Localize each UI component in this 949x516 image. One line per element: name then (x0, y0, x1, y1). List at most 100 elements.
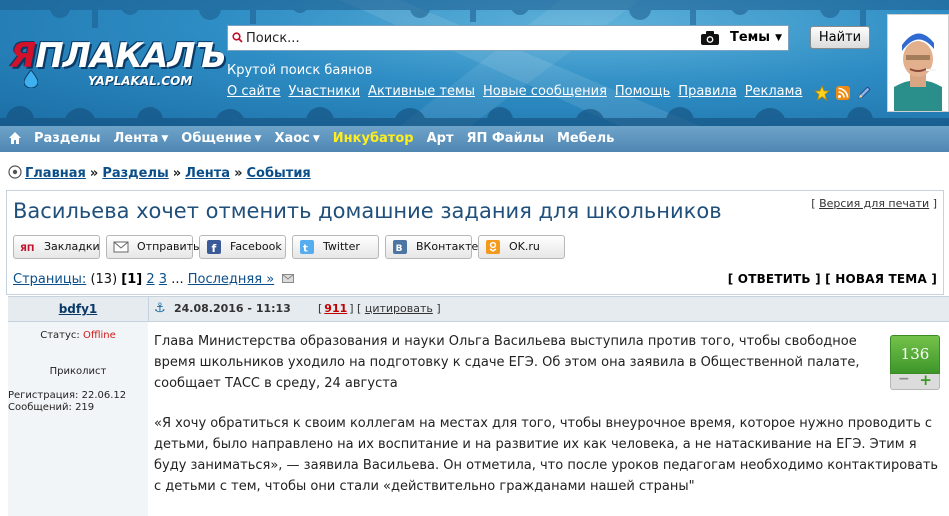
post-rating: 136 − + (890, 335, 940, 390)
quote-link[interactable]: цитировать (365, 302, 433, 315)
search-button[interactable]: Найти (810, 26, 870, 49)
nav-item-7[interactable]: Мебель (557, 131, 614, 146)
post-paragraph: «Я хочу обратиться к своим коллегам на м… (154, 416, 939, 494)
breadcrumb-feed[interactable]: Лента (185, 166, 230, 181)
pencil-icon[interactable] (856, 85, 872, 101)
link-new-messages[interactable]: Новые сообщения (483, 84, 607, 99)
facebook-button[interactable]: f Facebook (199, 235, 286, 259)
post-paragraph: Глава Министерства образования и науки О… (154, 334, 860, 391)
print-version: [ Версия для печати ] (811, 197, 937, 210)
search-scope-select[interactable]: Темы ▼ (730, 30, 782, 45)
nav-item-label: Хаос (274, 131, 310, 146)
send-button[interactable]: Отправить (106, 235, 200, 259)
vk-icon: B (393, 240, 407, 254)
print-version-link[interactable]: Версия для печати (819, 197, 929, 210)
nav-item-5[interactable]: Арт (427, 131, 454, 146)
reply-button[interactable]: ОТВЕТИТЬ (738, 272, 811, 286)
author-status: Статус: Offline (40, 330, 116, 341)
caret-down-icon: ▼ (161, 134, 169, 144)
topic-actions: [ ОТВЕТИТЬ ] [ НОВАЯ ТЕМА ] (727, 272, 937, 286)
author-message-count: Сообщений: 219 (8, 402, 95, 413)
nav-item-2[interactable]: Общение ▼ (181, 131, 261, 146)
star-icon[interactable] (813, 84, 831, 101)
last-page-link[interactable]: Последняя » (188, 272, 274, 287)
home-icon[interactable] (8, 131, 22, 145)
breadcrumb-sections[interactable]: Разделы (102, 166, 168, 181)
email-topic-icon[interactable] (282, 273, 295, 284)
rss-icon[interactable] (835, 85, 851, 101)
header-icons (813, 84, 872, 105)
topic-title: Васильева хочет отменить домашние задани… (13, 199, 722, 223)
link-about[interactable]: О сайте (227, 84, 281, 99)
pages-label[interactable]: Страницы: (13, 272, 86, 287)
link-members[interactable]: Участники (289, 84, 361, 99)
user-avatar[interactable] (887, 14, 949, 112)
post-author[interactable]: bdfy1 (8, 302, 148, 316)
twitter-button[interactable]: t Twitter (292, 235, 379, 259)
link-active-topics[interactable]: Активные темы (368, 84, 475, 99)
nav-item-label: Разделы (34, 131, 101, 146)
nav-item-label: Общение (181, 131, 252, 146)
topic-box: Васильева хочет отменить домашние задани… (6, 190, 944, 295)
search-box: Темы ▼ (227, 25, 789, 51)
logo-domain: YAPLAKAL.COM (88, 74, 193, 88)
plus-icon[interactable]: + (919, 371, 932, 389)
svg-text:t: t (303, 244, 308, 255)
current-page: [1] (121, 272, 143, 287)
caret-down-icon: ▼ (254, 134, 262, 144)
nav-item-0[interactable]: Разделы (34, 131, 100, 146)
breadcrumb-icon (8, 165, 22, 179)
new-topic-button[interactable]: НОВАЯ ТЕМА (835, 272, 927, 286)
breadcrumb-sep: » (89, 166, 99, 181)
logo-word: ПЛАКАЛЪ (35, 36, 226, 76)
link-rules[interactable]: Правила (678, 84, 736, 99)
nav-item-3[interactable]: Хаос ▼ (274, 131, 319, 146)
search-icon (232, 32, 243, 43)
site-logo[interactable]: ЯПЛАКАЛЪ YAPLAKAL.COM (6, 34, 226, 94)
nav-item-label: Мебель (556, 131, 615, 146)
rating-controls: − + (890, 371, 940, 390)
search-input[interactable] (246, 29, 706, 47)
page-link-2[interactable]: 2 (146, 272, 154, 287)
header-divider (148, 297, 149, 321)
site-header: ЯПЛАКАЛЪ YAPLAKAL.COM Темы ▼ Найти Крутой… (0, 0, 949, 126)
minus-icon[interactable]: − (898, 371, 910, 387)
author-info: Статус: Offline Приколист Регистрация: 2… (8, 322, 148, 516)
mail-icon (113, 241, 129, 253)
post-number-link[interactable]: 911 (324, 302, 347, 315)
twitter-icon: t (300, 240, 314, 255)
breadcrumb-home[interactable]: Главная (25, 166, 86, 181)
ok-icon (486, 240, 500, 254)
rating-value: 136 (890, 335, 940, 374)
page-link-3[interactable]: 3 (159, 272, 167, 287)
post-date: 24.08.2016 - 11:13 (174, 302, 291, 315)
camera-icon[interactable] (701, 31, 719, 45)
ok-button[interactable]: OK.ru (478, 235, 565, 259)
link-ads[interactable]: Реклама (745, 84, 803, 99)
pagination: Страницы: (13) [1] 2 3 ... Последняя » (13, 272, 295, 287)
nav-item-4[interactable]: Инкубатор (333, 131, 414, 146)
pages-count: (13) (90, 272, 118, 287)
bookmarks-button[interactable]: ЯП Закладки (13, 235, 100, 259)
breadcrumb-events[interactable]: События (246, 166, 310, 181)
nav-items: Разделы Лента ▼ Общение ▼ Хаос ▼ Инкубатор Арт ЯП… (34, 131, 627, 146)
svg-text:B: B (396, 244, 403, 254)
pages-ellipsis: ... (171, 272, 184, 287)
nav-item-label: Арт (426, 131, 454, 146)
anchor-icon[interactable]: ⚓ (154, 301, 166, 316)
caret-down-icon: ▼ (312, 134, 320, 144)
nav-item-1[interactable]: Лента ▼ (113, 131, 168, 146)
nav-item-6[interactable]: ЯП Файлы (466, 131, 543, 146)
nav-item-label: Лента (113, 131, 159, 146)
svg-text:f: f (212, 242, 217, 254)
post-header: bdfy1 ⚓ 24.08.2016 - 11:13 [911] [ цитир… (8, 296, 949, 322)
author-registration: Регистрация: 22.06.12 (8, 390, 127, 401)
svg-text:ЯП: ЯП (20, 244, 34, 254)
main-nav: Разделы Лента ▼ Общение ▼ Хаос ▼ Инкубатор Арт ЯП… (0, 126, 949, 152)
avatar-image (888, 15, 948, 111)
tagline: Крутой поиск баянов (227, 63, 373, 78)
link-help[interactable]: Помощь (615, 84, 670, 99)
breadcrumb: Главная» Разделы» Лента» События (8, 165, 311, 181)
search-scope-label: Темы (730, 30, 771, 45)
vk-button[interactable]: B ВКонтакте (385, 235, 478, 259)
